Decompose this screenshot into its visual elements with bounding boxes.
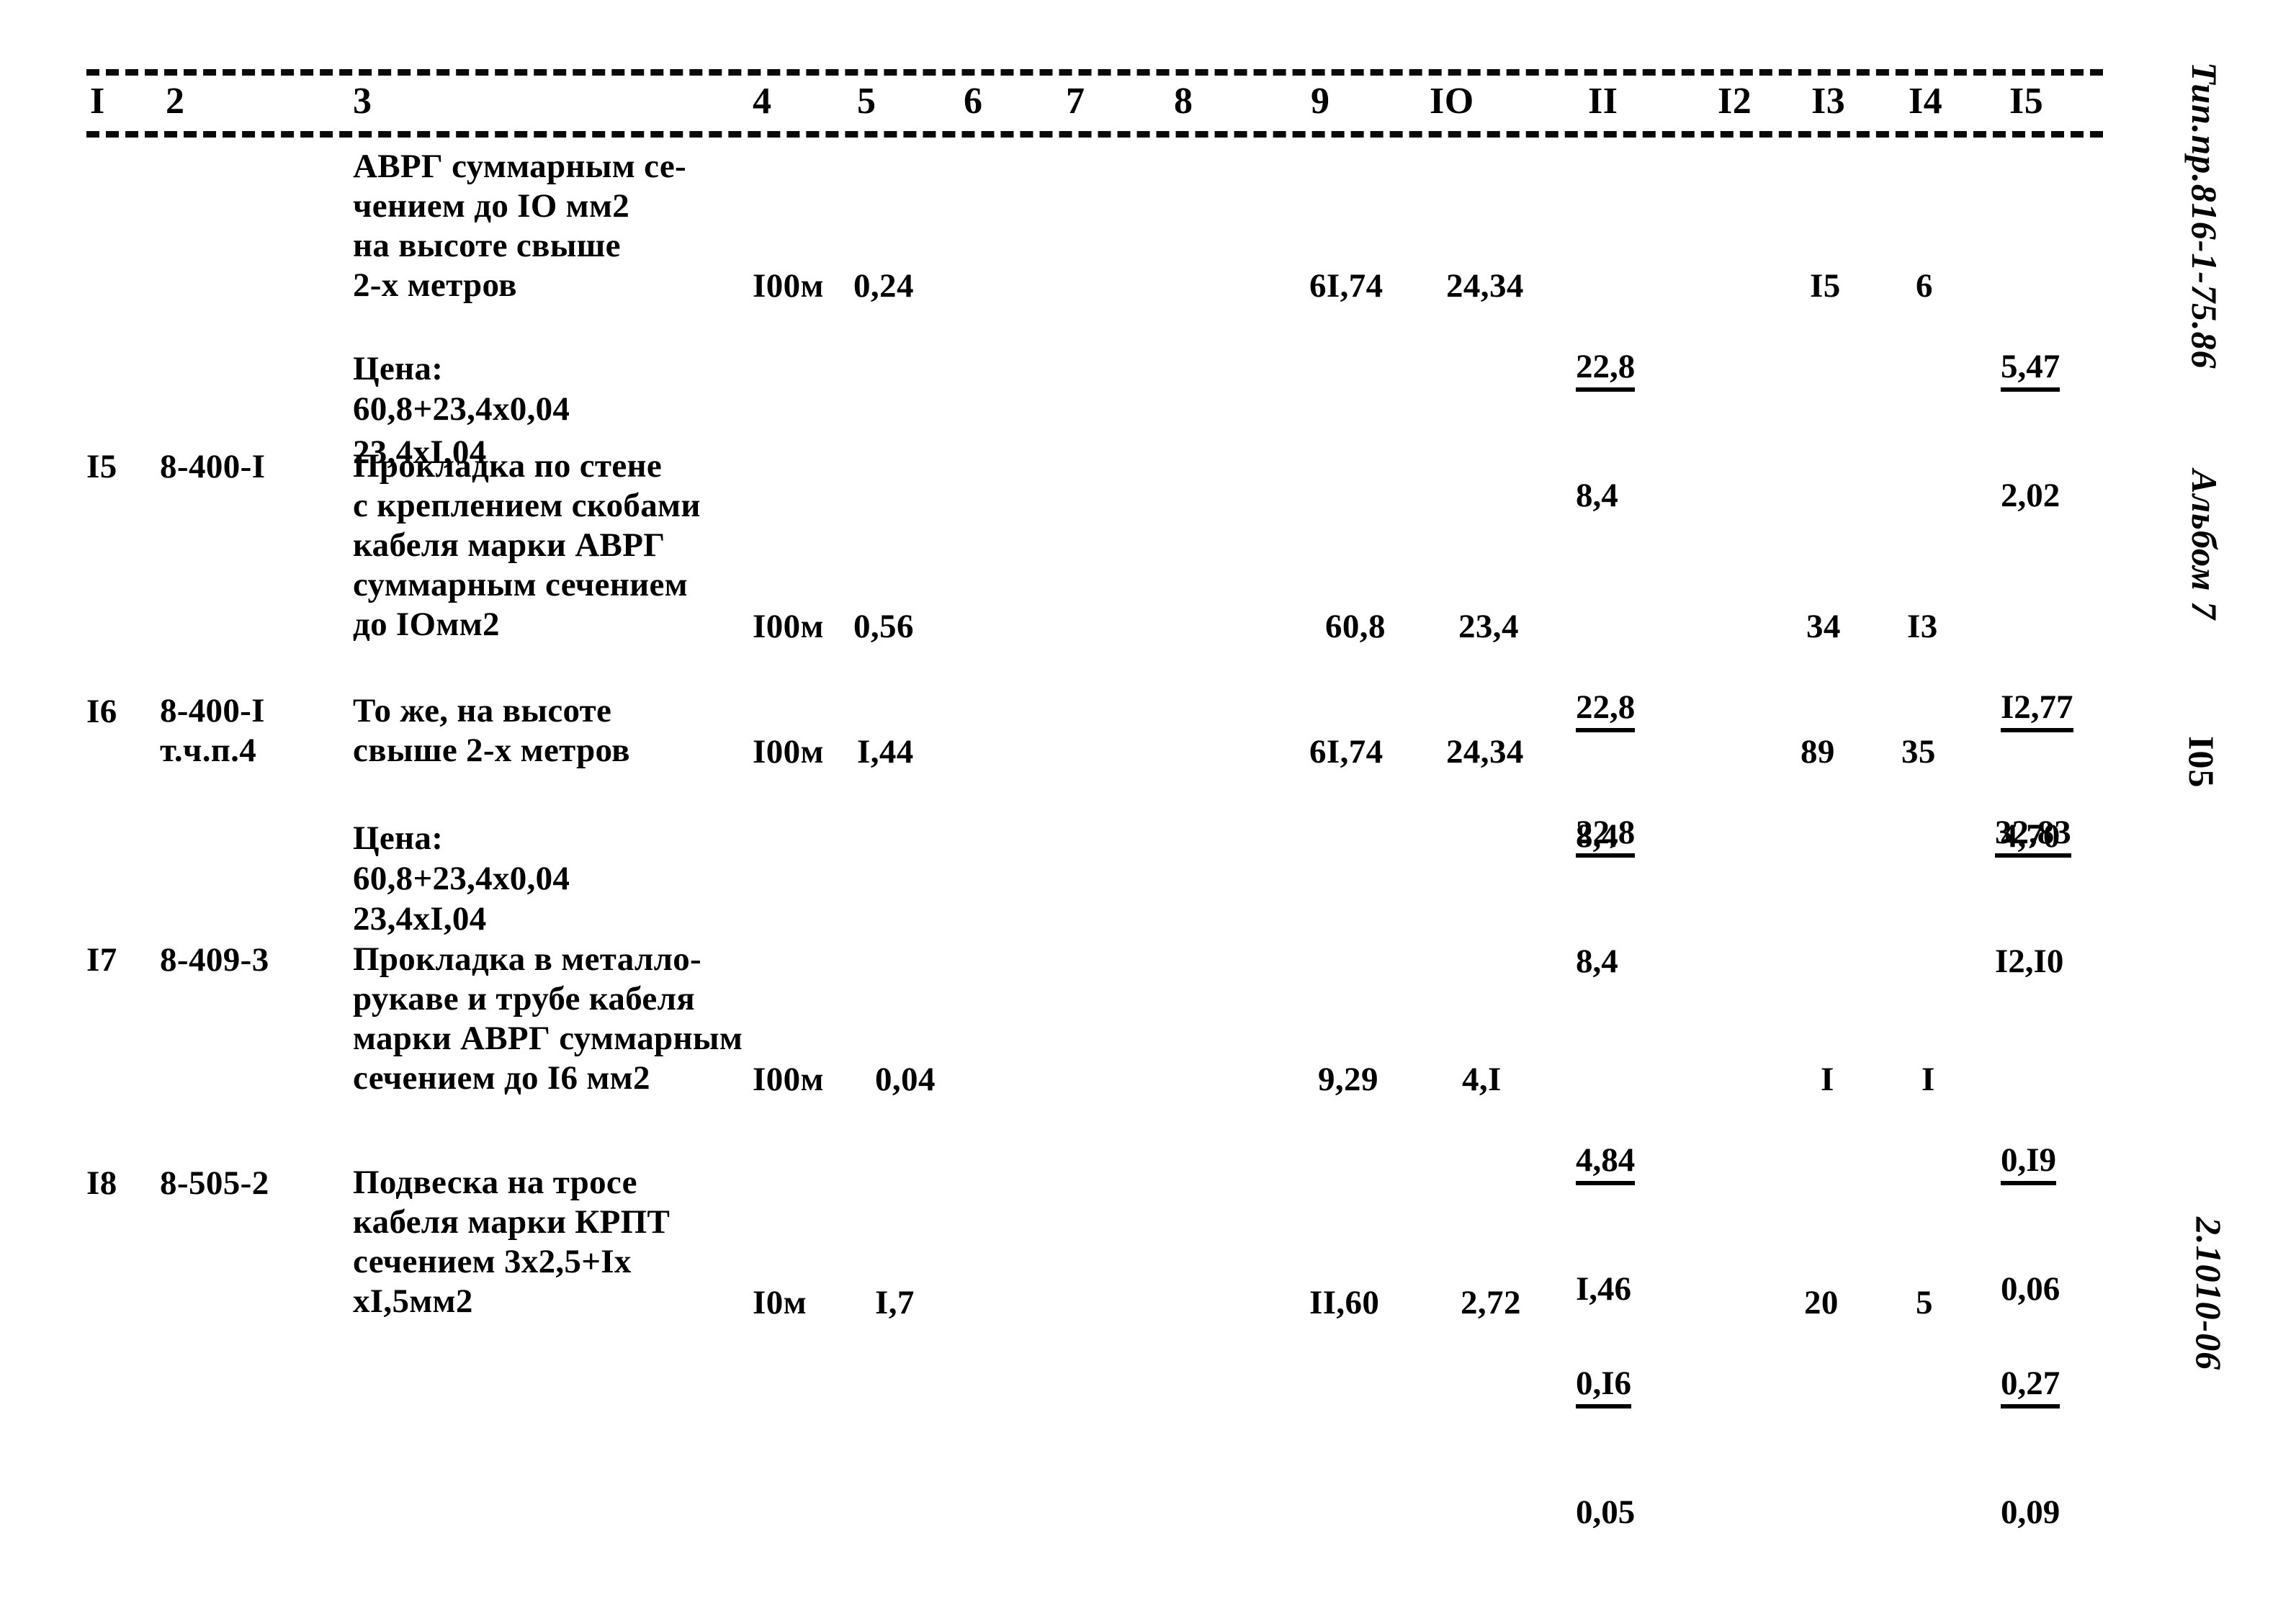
column-header-5: 5 <box>857 81 876 122</box>
row-quantity: 0,24 <box>853 267 914 305</box>
row-unit: I00м <box>753 733 824 770</box>
row-col11-denominator: 0,05 <box>1576 1493 1636 1531</box>
column-header-15: I5 <box>2009 81 2044 122</box>
row-col14: 6 <box>1916 267 1933 305</box>
row-description: Прокладка в металло- рукаве и трубе кабе… <box>353 940 743 1097</box>
row-col13: I <box>1821 1061 1834 1098</box>
margin-sheet-code: 2.1010-06 <box>2189 1217 2229 1371</box>
row-col15-numerator: 32,83 <box>1995 812 2071 858</box>
row-number: I8 <box>86 1164 117 1202</box>
table-header-bottom-dashed-rule <box>86 131 2103 138</box>
column-header-1: I <box>90 81 105 122</box>
column-header-10: IO <box>1430 81 1474 122</box>
column-header-11: II <box>1588 81 1618 122</box>
row-col9: 9,29 <box>1318 1061 1378 1098</box>
table-row: I8 8-505-2 Подвеска на тросе кабеля марк… <box>0 1163 2161 1531</box>
row-col14: 35 <box>1901 733 1936 770</box>
row-col11-numerator: 22,8 <box>1576 346 1636 392</box>
row-col13: 34 <box>1806 608 1841 645</box>
row-col10: 23,4 <box>1458 608 1519 645</box>
table-row: I5 8-400-I Прокладка по стене с креплени… <box>0 446 2161 855</box>
column-header-9: 9 <box>1311 81 1330 122</box>
row-col15-numerator: 5,47 <box>2001 346 2060 392</box>
column-header-3: 3 <box>353 81 372 122</box>
row-col11-numerator: 22,8 <box>1576 812 1636 858</box>
column-header-6: 6 <box>964 81 983 122</box>
column-header-4: 4 <box>753 81 772 122</box>
row-col10: 4,I <box>1462 1061 1502 1098</box>
table-body: АВРГ суммарным се- чением до IO мм2 на в… <box>0 144 2161 1531</box>
row-col9: 60,8 <box>1325 608 1386 645</box>
row-unit: I00м <box>753 1061 824 1098</box>
margin-page-number: I05 <box>2181 736 2222 788</box>
row-description: Подвеска на тросе кабеля марки КРПТ сече… <box>353 1164 671 1320</box>
row-number: I7 <box>86 941 117 979</box>
row-col10: 2,72 <box>1461 1284 1521 1321</box>
column-header-7: 7 <box>1066 81 1085 122</box>
row-col13: 20 <box>1804 1284 1839 1321</box>
row-quantity: I,7 <box>875 1284 915 1321</box>
row-col13: 89 <box>1801 733 1835 770</box>
column-header-12: I2 <box>1718 81 1752 122</box>
table-column-header-row: I 2 3 4 5 6 7 8 9 IO II I2 I3 I4 I5 <box>0 75 2132 128</box>
row-unit: I00м <box>753 267 824 305</box>
row-col15-numerator: 0,27 <box>2001 1363 2060 1408</box>
table-row: I6 8-400-I т.ч.п.4 То же, на высоте свыш… <box>0 691 2161 980</box>
row-unit: I00м <box>753 608 824 645</box>
column-header-13: I3 <box>1811 81 1846 122</box>
row-col15-denominator: 0,09 <box>2001 1493 2060 1531</box>
row-code: 8-400-I т.ч.п.4 <box>160 692 265 769</box>
row-col9: II,60 <box>1309 1284 1380 1321</box>
row-quantity: I,44 <box>857 733 914 770</box>
row-description: То же, на высоте свыше 2-х метров <box>353 692 630 769</box>
row-col9: 6I,74 <box>1309 267 1384 305</box>
row-number: I5 <box>86 448 117 485</box>
margin-document-code: Тип.пр.816-1-75.86 <box>2184 62 2225 369</box>
column-header-8: 8 <box>1174 81 1193 122</box>
row-col14: I3 <box>1907 608 1938 645</box>
column-header-2: 2 <box>166 81 185 122</box>
row-code: 8-400-I <box>160 448 266 485</box>
row-col13: I5 <box>1810 267 1841 305</box>
row-code: 8-409-3 <box>160 941 269 979</box>
row-number: I6 <box>86 693 117 730</box>
row-quantity: 0,04 <box>875 1061 936 1098</box>
document-page: I 2 3 4 5 6 7 8 9 IO II I2 I3 I4 I5 АВРГ… <box>0 0 2296 1573</box>
row-price-note: Цена: 60,8+23,4x0,04 23,4xI,04 <box>353 819 570 938</box>
table-row: АВРГ суммарным се- чением до IO мм2 на в… <box>0 144 2161 514</box>
row-price-note: Цена: 60,8+23,4x0,04 <box>353 350 570 428</box>
row-col15-fraction: 0,27 0,09 <box>2001 1282 2068 1613</box>
row-description: Прокладка по стене с креплением скобами … <box>353 447 701 643</box>
table-row: I7 8-409-3 Прокладка в металло- рукаве и… <box>0 940 2161 1308</box>
row-quantity: 0,56 <box>853 608 914 645</box>
row-col11-fraction: 0,I6 0,05 <box>1576 1282 1643 1613</box>
row-col14: I <box>1921 1061 1935 1098</box>
row-col9: 6I,74 <box>1309 733 1384 770</box>
row-col14: 5 <box>1916 1284 1933 1321</box>
row-col11-numerator: 0,I6 <box>1576 1363 1632 1408</box>
margin-album-label: Альбом 7 <box>2184 469 2225 621</box>
row-description: АВРГ суммарным се- чением до IO мм2 на в… <box>353 148 687 304</box>
row-col10: 24,34 <box>1446 267 1524 305</box>
row-unit: I0м <box>753 1284 807 1321</box>
row-code: 8-505-2 <box>160 1164 269 1202</box>
row-col10: 24,34 <box>1446 733 1524 770</box>
column-header-14: I4 <box>1909 81 1943 122</box>
